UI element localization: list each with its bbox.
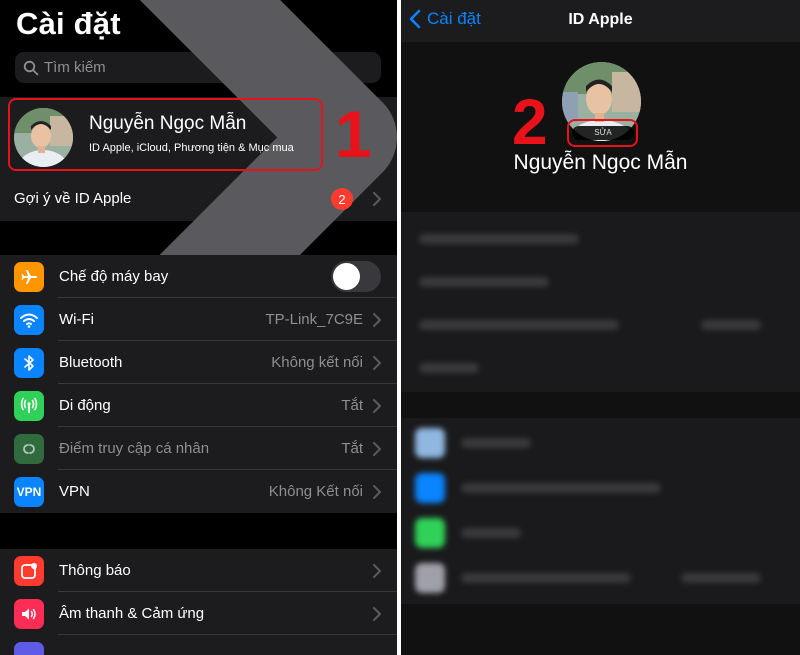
airplane-mode-label: Chế độ máy bay <box>59 268 169 285</box>
blurred-text <box>419 320 619 330</box>
hotspot-icon <box>14 433 44 464</box>
blurred-icon <box>415 518 445 548</box>
blurred-text <box>461 438 531 448</box>
blurred-icon <box>415 428 445 458</box>
apple-id-suggestions-row[interactable]: Gợi ý về ID Apple 2 <box>0 177 397 220</box>
sound-icon <box>14 598 44 629</box>
settings-panel: Cài đặt Tìm kiếm Nguyễn Ngọc Mẫn ID Appl… <box>0 0 397 655</box>
bluetooth-value: Không kết nối <box>271 354 363 371</box>
hotspot-value: Tắt <box>341 440 363 457</box>
cellular-value: Tắt <box>341 397 363 414</box>
wifi-row[interactable]: Wi-Fi TP-Link_7C9E <box>0 298 397 341</box>
bluetooth-icon <box>14 347 44 378</box>
chevron-right-icon <box>373 441 381 456</box>
vpn-label: VPN <box>59 483 90 500</box>
toggle-knob <box>333 263 360 290</box>
chevron-right-icon <box>373 563 381 578</box>
vpn-icon: VPN <box>14 476 44 507</box>
notifications-group: Thông báo Âm thanh & Cảm ứng <box>0 549 397 655</box>
chevron-right-icon <box>373 398 381 413</box>
focus-icon <box>14 641 44 655</box>
blurred-icon <box>415 473 445 503</box>
vpn-row[interactable]: VPN VPN Không Kết nối <box>0 470 397 513</box>
bluetooth-row[interactable]: Bluetooth Không kết nối <box>0 341 397 384</box>
blurred-text <box>701 320 761 330</box>
chevron-right-icon <box>373 191 381 206</box>
suggestions-label: Gợi ý về ID Apple <box>14 190 132 207</box>
blurred-icon <box>415 563 445 593</box>
airplane-mode-toggle[interactable] <box>331 261 381 292</box>
bluetooth-label: Bluetooth <box>59 354 123 371</box>
blurred-info-group <box>401 212 800 392</box>
airplane-icon <box>14 261 44 292</box>
airplane-mode-row[interactable]: Chế độ máy bay <box>0 255 397 298</box>
vpn-icon-text: VPN <box>16 484 42 499</box>
chevron-right-icon <box>373 312 381 327</box>
chevron-right-icon <box>373 484 381 499</box>
hotspot-label: Điểm truy cập cá nhân <box>59 440 210 457</box>
cellular-row[interactable]: Di động Tắt <box>0 384 397 427</box>
blurred-text <box>419 234 579 244</box>
nav-bar: Cài đặt ID Apple <box>401 0 800 42</box>
highlight-box-profile <box>8 98 323 171</box>
next-row-partial[interactable] <box>0 635 397 655</box>
hotspot-row[interactable]: Điểm truy cập cá nhân Tắt <box>0 427 397 470</box>
chevron-right-icon <box>373 355 381 370</box>
sounds-label: Âm thanh & Cảm ứng <box>59 605 205 622</box>
sounds-row[interactable]: Âm thanh & Cảm ứng <box>0 592 397 635</box>
highlight-box-edit <box>567 119 638 147</box>
cellular-label: Di động <box>59 397 111 414</box>
blurred-services-group <box>401 418 800 604</box>
vpn-value: Không Kết nối <box>268 483 363 500</box>
chevron-right-icon <box>373 606 381 621</box>
notification-badge: 2 <box>331 188 353 210</box>
notifications-label: Thông báo <box>59 562 131 579</box>
wifi-value: TP-Link_7C9E <box>265 311 363 328</box>
blurred-text <box>419 363 479 373</box>
apple-id-panel: Cài đặt ID Apple SỬA 2 Nguyễn Ngọc Mẫn <box>401 0 800 655</box>
cellular-icon <box>14 390 44 421</box>
step-number-2: 2 <box>512 86 548 158</box>
profile-name-large: Nguyễn Ngọc Mẫn <box>513 151 688 174</box>
notification-icon <box>14 555 44 586</box>
connectivity-group: Chế độ máy bay Wi-Fi TP-Link_7C9E Blueto… <box>0 255 397 513</box>
notifications-row[interactable]: Thông báo <box>0 549 397 592</box>
blurred-text <box>681 573 761 583</box>
blurred-text <box>461 483 661 493</box>
blurred-text <box>461 573 631 583</box>
nav-title: ID Apple <box>568 11 633 28</box>
step-number-1: 1 <box>335 97 372 171</box>
blurred-text <box>419 277 549 287</box>
blurred-text <box>461 528 521 538</box>
wifi-label: Wi-Fi <box>59 311 94 328</box>
wifi-icon <box>14 304 44 335</box>
